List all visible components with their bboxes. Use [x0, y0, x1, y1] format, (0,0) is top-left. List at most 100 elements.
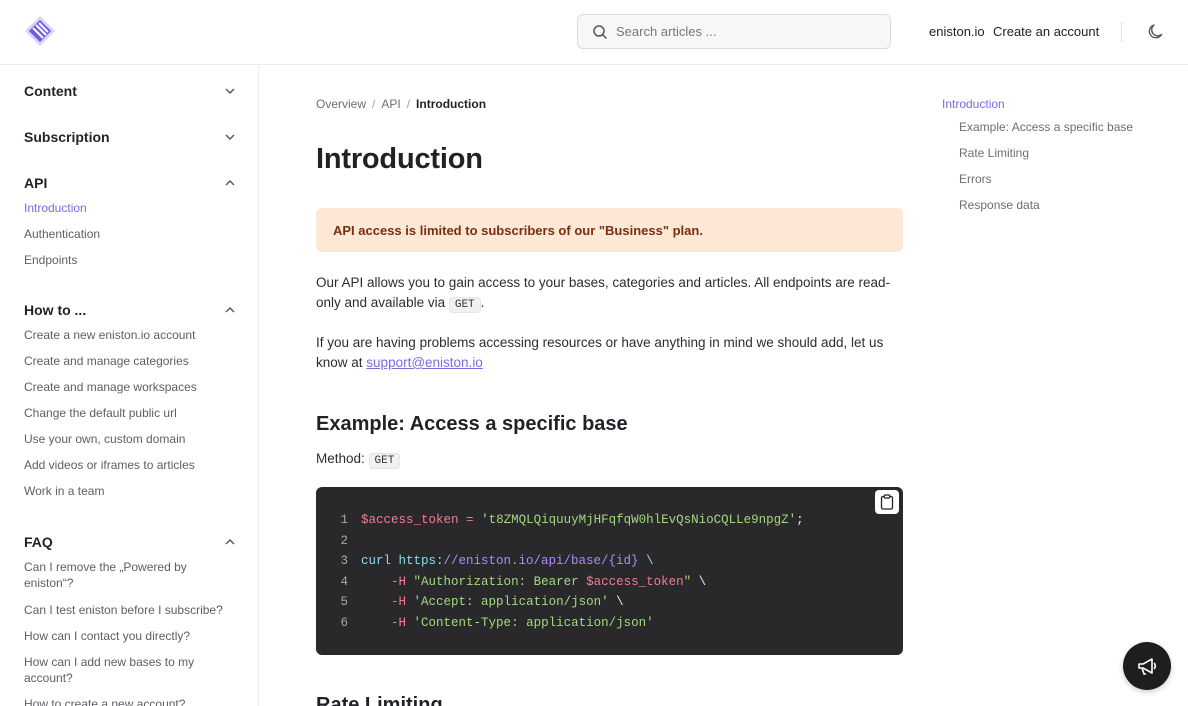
- logo-icon[interactable]: [24, 15, 56, 47]
- section-heading-example: Example: Access a specific base: [316, 413, 628, 435]
- sidebar-section-subscription[interactable]: Subscription: [24, 129, 236, 145]
- search-icon: [593, 24, 607, 39]
- search-input[interactable]: [616, 24, 876, 39]
- toc-item-introduction[interactable]: Introduction: [942, 97, 1005, 111]
- line-code: -H 'Accept: application/json' \: [361, 595, 624, 609]
- chevron-down-icon: [225, 88, 235, 94]
- plan-alert: API access is limited to subscribers of …: [316, 208, 903, 252]
- sidebar-item-faq-add-bases[interactable]: How can I add new bases to my account?: [24, 654, 204, 686]
- section-title: API: [24, 175, 48, 191]
- code-token: ;: [796, 513, 804, 527]
- search-box[interactable]: [577, 14, 891, 49]
- chevron-up-icon: [225, 180, 235, 186]
- sidebar-item-faq-contact[interactable]: How can I contact you directly?: [24, 628, 234, 644]
- chevron-down-icon: [225, 134, 235, 140]
- toc-item-example[interactable]: Example: Access a specific base: [959, 120, 1133, 134]
- copy-code-button[interactable]: [875, 490, 899, 514]
- section-title: Content: [24, 83, 77, 99]
- toc-item-response-data[interactable]: Response data: [959, 198, 1040, 212]
- line-number: 4: [340, 575, 348, 589]
- create-account-link[interactable]: Create an account: [993, 24, 1099, 39]
- code-token: "Authorization: Bearer: [413, 575, 587, 589]
- chevron-up-icon: [225, 307, 235, 313]
- sidebar-item-custom-domain[interactable]: Use your own, custom domain: [24, 431, 234, 447]
- site-link[interactable]: eniston.io: [929, 24, 985, 39]
- page-title: Introduction: [316, 143, 483, 175]
- line-code: curl https://eniston.io/api/base/{id} \: [361, 554, 654, 568]
- clipboard-icon: [880, 494, 894, 510]
- intro-text: Our API allows you to gain access to you…: [316, 275, 891, 310]
- code-token: curl https:: [361, 554, 444, 568]
- alert-text: API access is limited to subscribers of …: [333, 222, 703, 238]
- line-number: 1: [340, 513, 348, 527]
- support-paragraph: If you are having problems accessing res…: [316, 333, 896, 373]
- sidebar-item-manage-categories[interactable]: Create and manage categories: [24, 353, 234, 369]
- breadcrumb-separator: /: [372, 97, 376, 111]
- code-token: =: [466, 513, 474, 527]
- code-token: 'Content-Type: application/json': [413, 616, 654, 630]
- sidebar-item-public-url[interactable]: Change the default public url: [24, 405, 234, 421]
- moon-icon[interactable]: [1146, 22, 1166, 42]
- code-token: 't8ZMQLQiquuyMjHFqfqW0hlEvQsNioCQLLe9npg…: [481, 513, 797, 527]
- top-header: eniston.io Create an account: [0, 0, 1188, 65]
- sidebar-item-endpoints[interactable]: Endpoints: [24, 252, 234, 268]
- code-token: ": [683, 575, 692, 589]
- breadcrumb-current: Introduction: [416, 97, 487, 111]
- megaphone-icon: [1138, 658, 1157, 675]
- code-token: -H: [391, 616, 407, 630]
- chevron-up-icon: [225, 539, 235, 545]
- section-title: Subscription: [24, 129, 110, 145]
- code-token: 'Accept: application/json': [413, 595, 609, 609]
- sidebar-item-create-account[interactable]: Create a new eniston.io account: [24, 327, 234, 343]
- sidebar-item-team[interactable]: Work in a team: [24, 483, 234, 499]
- line-number: 3: [340, 554, 348, 568]
- sidebar-item-faq-powered-by[interactable]: Can I remove the „Powered by eniston“?: [24, 559, 204, 591]
- intro-period: .: [480, 295, 485, 310]
- code-token: $access_token: [361, 513, 459, 527]
- sidebar-item-manage-workspaces[interactable]: Create and manage workspaces: [24, 379, 234, 395]
- breadcrumb-separator: /: [406, 97, 411, 111]
- toc-item-rate-limiting[interactable]: Rate Limiting: [959, 146, 1029, 160]
- code-block: 1 $access_token = 't8ZMQLQiquuyMjHFqfqW0h…: [316, 487, 903, 655]
- code-token: -H: [391, 575, 407, 589]
- sidebar-item-faq-new-account[interactable]: How to create a new account?: [24, 696, 234, 706]
- line-number: 2: [340, 534, 348, 548]
- sidebar-section-faq[interactable]: FAQ: [24, 534, 236, 550]
- line-code: -H 'Content-Type: application/json': [361, 616, 654, 630]
- sidebar-item-authentication[interactable]: Authentication: [24, 226, 234, 242]
- header-divider: [1121, 22, 1122, 42]
- sidebar: Content Subscription API Introduction Au…: [0, 66, 259, 706]
- sidebar-section-how-to[interactable]: How to ...: [24, 302, 236, 318]
- method-value: GET: [368, 453, 401, 469]
- sidebar-item-faq-test[interactable]: Can I test eniston before I subscribe?: [24, 602, 234, 618]
- line-number: 5: [340, 595, 348, 609]
- code-token: -H: [391, 595, 407, 609]
- inline-code-get: GET: [448, 297, 481, 313]
- sidebar-section-content[interactable]: Content: [24, 83, 236, 99]
- sidebar-item-introduction[interactable]: Introduction: [24, 200, 234, 216]
- code-token: \: [608, 595, 624, 609]
- breadcrumb-api[interactable]: API: [381, 97, 400, 111]
- method-label: Method:: [316, 451, 365, 466]
- code-token: \: [691, 575, 707, 589]
- sidebar-section-api[interactable]: API: [24, 175, 236, 191]
- code-token: $access_token: [586, 575, 684, 589]
- sidebar-item-videos-iframes[interactable]: Add videos or iframes to articles: [24, 457, 234, 473]
- section-title: FAQ: [24, 534, 53, 550]
- toc-item-errors[interactable]: Errors: [959, 172, 992, 186]
- line-code: $access_token = 't8ZMQLQiquuyMjHFqfqW0hl…: [361, 513, 804, 527]
- breadcrumb-overview[interactable]: Overview: [316, 97, 366, 111]
- support-email-link[interactable]: support@eniston.io: [366, 355, 483, 370]
- code-token: \: [646, 554, 654, 568]
- feedback-button[interactable]: [1123, 642, 1171, 690]
- breadcrumb: Overview / API / Introduction: [316, 97, 486, 111]
- intro-paragraph: Our API allows you to gain access to you…: [316, 273, 896, 315]
- section-title: How to ...: [24, 302, 87, 318]
